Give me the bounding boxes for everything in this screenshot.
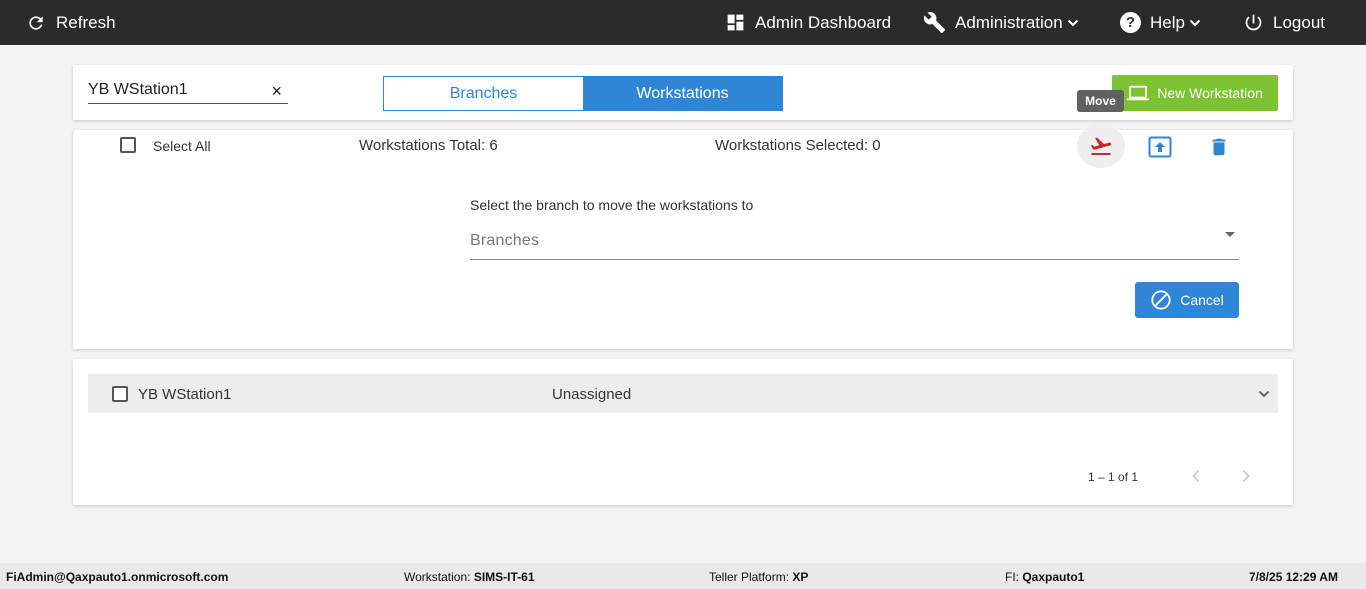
workstations-selected: Workstations Selected: 0 (715, 137, 881, 154)
workstation-list-card: YB WStation1 Unassigned 1 – 1 of 1 (73, 359, 1293, 505)
move-instruction: Select the branch to move the workstatio… (470, 197, 754, 213)
tab-workstations[interactable]: Workstations (583, 77, 782, 110)
footer-workstation-value: SIMS-IT-61 (473, 570, 535, 584)
branch-select[interactable]: Branches (470, 225, 1239, 260)
footer-fi-value: Qaxpauto1 (1022, 570, 1085, 584)
delete-button[interactable] (1207, 135, 1231, 159)
previous-page-button[interactable] (1188, 466, 1204, 486)
logout-button[interactable]: Logout (1243, 0, 1325, 45)
footer-fi-label: FI: (1005, 570, 1019, 584)
help-icon: ? (1120, 12, 1141, 33)
clear-search-icon[interactable]: × (271, 82, 282, 100)
new-workstation-button[interactable]: New Workstation (1112, 75, 1278, 111)
workstation-branch: Unassigned (552, 386, 632, 403)
cancel-icon (1151, 290, 1171, 310)
cancel-button[interactable]: Cancel (1135, 282, 1239, 318)
trash-icon (1212, 138, 1226, 156)
chevron-down-icon (1067, 19, 1078, 26)
next-page-button[interactable] (1238, 466, 1254, 486)
search-input[interactable] (88, 81, 258, 99)
footer-platform-value: XP (792, 570, 809, 584)
help-label: Help (1150, 12, 1185, 32)
upload-button[interactable] (1147, 135, 1173, 159)
admin-dashboard-button[interactable]: Admin Dashboard (725, 0, 891, 45)
row-checkbox[interactable] (112, 386, 128, 402)
footer-platform-label: Teller Platform: (709, 570, 790, 584)
tab-branches[interactable]: Branches (384, 77, 583, 110)
cancel-label: Cancel (1180, 292, 1224, 308)
chevron-down-icon (1189, 19, 1201, 26)
move-button[interactable] (1077, 124, 1125, 168)
power-icon (1245, 14, 1262, 31)
select-all-label: Select All (153, 138, 211, 154)
dropdown-arrow-icon (1225, 232, 1235, 237)
pagination-range: 1 – 1 of 1 (1088, 470, 1139, 484)
move-tooltip: Move (1077, 90, 1124, 112)
table-row[interactable]: YB WStation1 Unassigned (88, 374, 1278, 413)
dashboard-icon (727, 14, 744, 31)
search-field: × (88, 79, 288, 104)
chevron-right-icon (1242, 469, 1250, 483)
wrench-icon (923, 12, 946, 34)
new-workstation-label: New Workstation (1157, 85, 1263, 101)
refresh-button[interactable]: Refresh (26, 0, 116, 45)
chevron-left-icon (1192, 469, 1200, 483)
upload-icon (1148, 136, 1172, 158)
administration-menu[interactable]: Administration (923, 0, 1079, 45)
status-footer: FiAdmin@Qaxpauto1.onmicrosoft.com Workst… (0, 563, 1366, 589)
admin-dashboard-label: Admin Dashboard (755, 12, 892, 32)
view-toggle: Branches Workstations (383, 76, 783, 111)
bulk-actions-card: Select All Workstations Total: 6 Worksta… (73, 124, 1293, 349)
logout-label: Logout (1273, 12, 1325, 32)
administration-label: Administration (955, 12, 1063, 32)
flight-takeoff-icon (1090, 137, 1112, 155)
expand-chevron-icon[interactable] (1258, 388, 1270, 400)
workstation-name: YB WStation1 (138, 386, 232, 403)
laptop-icon (1127, 85, 1150, 101)
workstations-total: Workstations Total: 6 (359, 137, 498, 154)
footer-user: FiAdmin@Qaxpauto1.onmicrosoft.com (6, 570, 229, 584)
refresh-icon (29, 15, 43, 30)
footer-datetime: 7/8/25 12:29 AM (1249, 570, 1338, 584)
top-navigation-bar: Refresh Admin Dashboard Administration ?… (0, 0, 1366, 45)
footer-workstation-label: Workstation: (404, 570, 471, 584)
select-all-checkbox[interactable] (120, 137, 136, 153)
help-menu[interactable]: ? Help (1120, 0, 1201, 45)
refresh-label: Refresh (56, 12, 116, 32)
branch-select-placeholder: Branches (470, 232, 540, 249)
